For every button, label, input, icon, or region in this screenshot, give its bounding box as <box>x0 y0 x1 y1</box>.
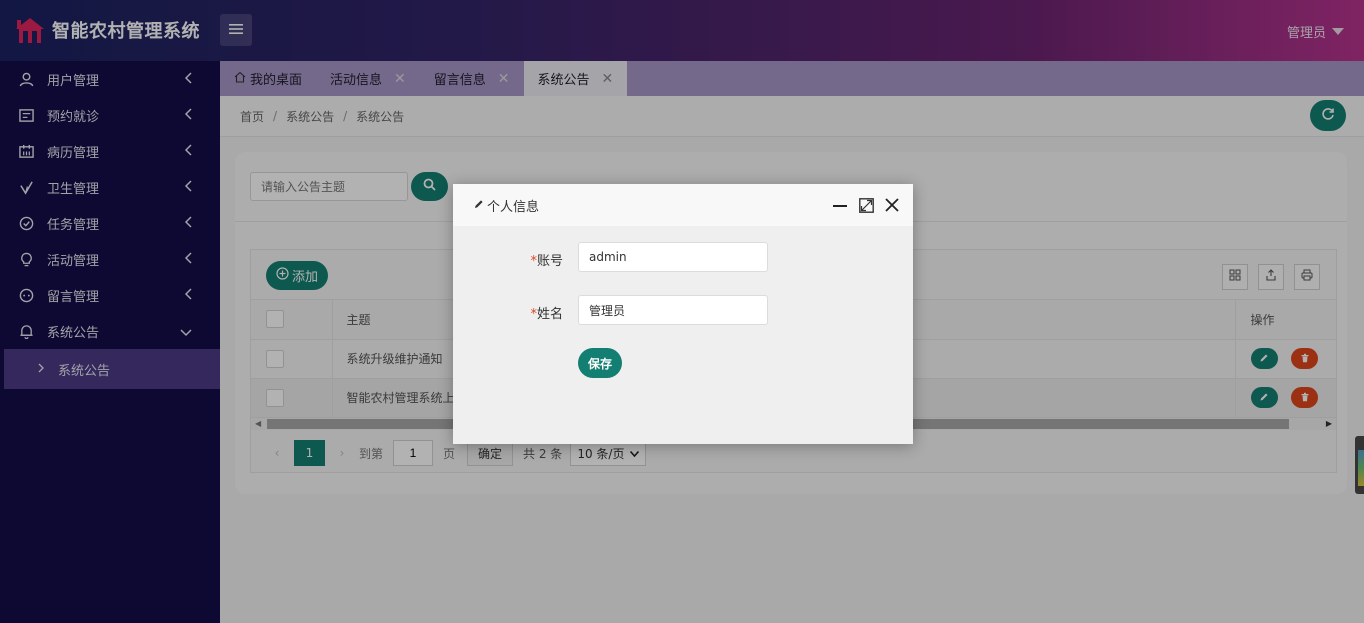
modal-title: 个人信息 <box>487 199 540 215</box>
modal-controls <box>831 196 901 214</box>
close-icon[interactable] <box>883 196 901 214</box>
modal-header: 个人信息 <box>453 184 913 226</box>
save-button[interactable]: 保存 <box>578 348 623 378</box>
profile-modal: 个人信息 *账号 *姓名 保存 <box>453 184 913 444</box>
form-row-name: *姓名 <box>453 295 913 325</box>
minimize-icon[interactable] <box>831 196 849 214</box>
account-label-text: 账号 <box>536 254 563 269</box>
account-label: *账号 <box>530 250 563 269</box>
form-row-account: *账号 <box>453 242 913 272</box>
account-field[interactable] <box>578 242 768 272</box>
name-field[interactable] <box>578 295 768 325</box>
name-label-text: 姓名 <box>536 307 563 322</box>
maximize-icon[interactable] <box>857 196 875 214</box>
name-label: *姓名 <box>530 303 563 322</box>
pencil-icon <box>474 198 484 213</box>
